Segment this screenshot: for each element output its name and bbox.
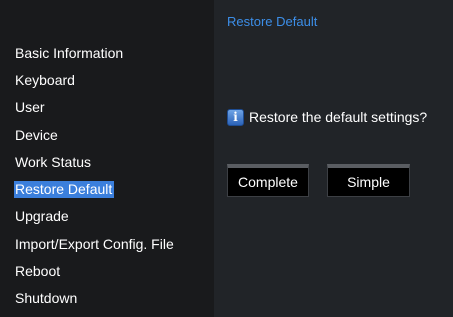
page-title: Restore Default bbox=[227, 14, 318, 29]
sidebar-item-restore-default[interactable]: Restore Default bbox=[14, 181, 115, 198]
sidebar-item-basic-information[interactable]: Basic Information bbox=[14, 45, 125, 62]
sidebar-item-work-status[interactable]: Work Status bbox=[14, 154, 93, 171]
sidebar-menu: Basic Information Keyboard User Device W… bbox=[0, 0, 214, 317]
sidebar-item-reboot[interactable]: Reboot bbox=[14, 263, 62, 280]
sidebar-item-keyboard[interactable]: Keyboard bbox=[14, 72, 77, 89]
restore-prompt: i Restore the default settings? bbox=[227, 107, 427, 127]
sidebar-item-upgrade[interactable]: Upgrade bbox=[14, 208, 71, 225]
complete-restore-button[interactable]: Complete bbox=[227, 164, 309, 197]
sidebar-item-device[interactable]: Device bbox=[14, 127, 60, 144]
sidebar-item-user[interactable]: User bbox=[14, 99, 47, 116]
info-icon: i bbox=[227, 108, 244, 126]
restore-prompt-text: Restore the default settings? bbox=[249, 109, 428, 125]
main-panel: Restore Default i Restore the default se… bbox=[214, 0, 453, 317]
simple-restore-button[interactable]: Simple bbox=[327, 164, 410, 197]
sidebar-item-shutdown[interactable]: Shutdown bbox=[14, 290, 79, 307]
sidebar-item-import-export-config[interactable]: Import/Export Config. File bbox=[14, 236, 176, 253]
